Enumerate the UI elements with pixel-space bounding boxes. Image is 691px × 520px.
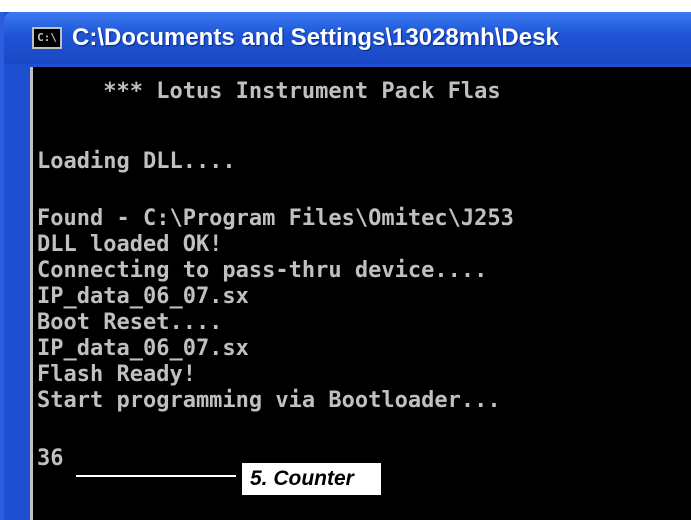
console-line: IP_data_06_07.sx	[37, 284, 249, 309]
console-line: Start programming via Bootloader...	[37, 388, 501, 413]
console-output[interactable]: *** Lotus Instrument Pack Flas Loading D…	[30, 67, 691, 520]
console-line: Flash Ready!	[37, 362, 196, 387]
title-bar[interactable]: C:\ C:\Documents and Settings\13028mh\De…	[4, 12, 691, 64]
console-line: Loading DLL....	[37, 149, 236, 174]
console-line: DLL loaded OK!	[37, 232, 223, 257]
counter-value: 36	[37, 446, 64, 471]
console-line: IP_data_06_07.sx	[37, 336, 249, 361]
console-window: C:\ C:\Documents and Settings\13028mh\De…	[0, 12, 691, 520]
counter-callout: 5. Counter	[240, 461, 383, 497]
console-line: Connecting to pass-thru device....	[37, 258, 488, 283]
console-line: Found - C:\Program Files\Omitec\J253	[37, 206, 514, 231]
console-line: *** Lotus Instrument Pack Flas	[37, 79, 501, 104]
console-line: Boot Reset....	[37, 310, 223, 335]
cmd-icon[interactable]: C:\	[32, 27, 62, 49]
callout-leader-line	[76, 475, 236, 477]
window-title: C:\Documents and Settings\13028mh\Desk	[72, 24, 559, 51]
